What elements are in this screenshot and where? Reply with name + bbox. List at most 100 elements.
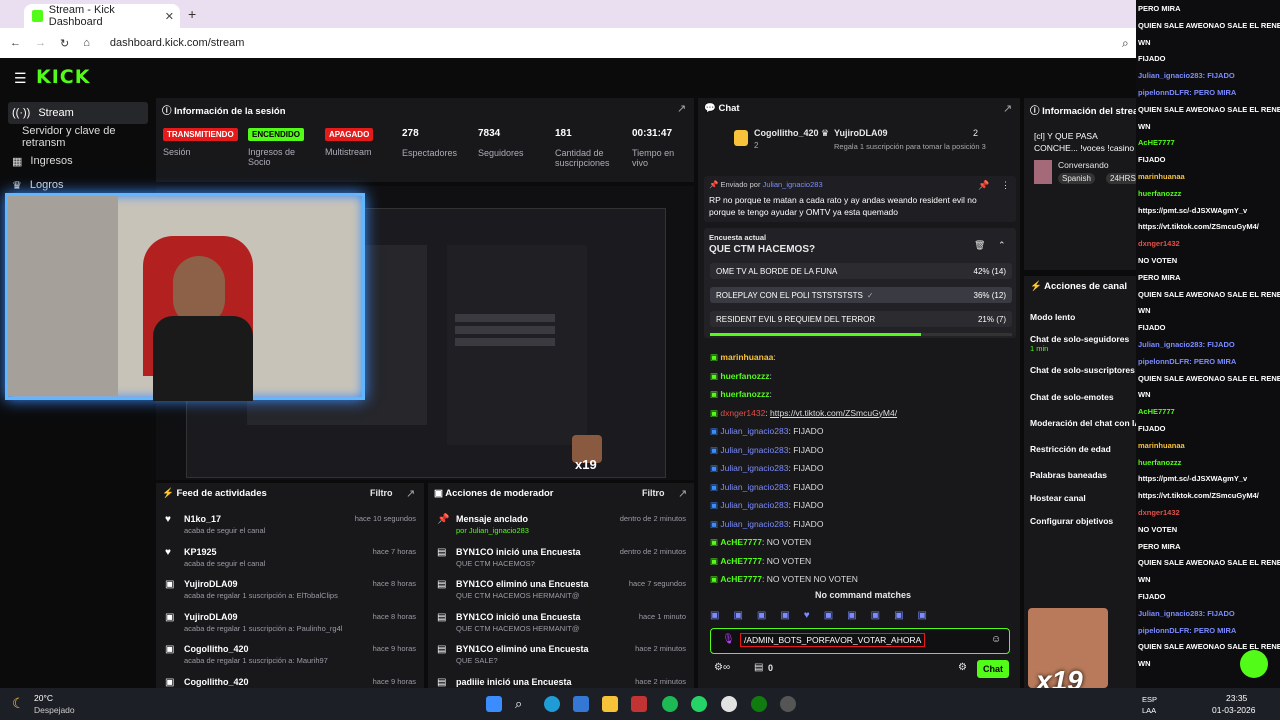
feed-time: hace 8 horas [372,579,416,588]
chat-username[interactable]: Julian_ignacio283 [720,445,788,455]
back-icon[interactable]: ← [10,37,21,49]
close-tab-icon[interactable]: ✕ [165,10,174,23]
xbox-icon[interactable] [751,696,767,712]
badge-icon: ▣ [710,555,721,566]
feed-row[interactable]: Cogollitho_420 acaba de regalar 1 suscrip… [184,644,416,674]
tab-title: Stream - Kick Dashboard [48,4,115,28]
channel-action-item[interactable]: Chat de solo-suscriptores [1030,365,1136,375]
start-icon[interactable] [486,696,502,712]
chat-username[interactable]: Julian_ignacio283 [720,500,788,510]
app-icon[interactable] [631,696,647,712]
edge-icon[interactable] [544,696,560,712]
channel-action-item[interactable]: Configurar objetivos [1030,516,1136,526]
store-icon[interactable] [573,696,589,712]
tag[interactable]: 24HRS [1106,173,1140,184]
nav-item-ingresos[interactable]: ▦ Ingresos [8,150,148,172]
new-tab-button[interactable]: + [188,6,196,22]
feed-sub: acaba de regalar 1 suscripción a: Paulin… [184,623,343,633]
tag[interactable]: Spanish [1058,173,1095,184]
emote-bar[interactable]: ▣▣▣▣♥▣▣▣▣▣ [710,610,1010,624]
chat-username[interactable]: AcHE7777 [720,574,762,584]
send-chat-button[interactable]: Chat [977,660,1009,678]
popout-icon[interactable]: ↗ [406,487,415,500]
poll-option[interactable]: OME TV AL BORDE DE LA FUNA 42% (14) [710,263,1012,279]
kick-logo[interactable]: KICK [36,66,90,88]
feed-row[interactable]: YujiroDLA09 acaba de regalar 1 suscripció… [184,579,416,609]
chat-username[interactable]: dxnger1432 [720,408,765,418]
mod-row[interactable]: BYN1CO inició una Encuesta QUE CTM HACEMO… [456,612,686,642]
top-gifter-2[interactable]: YujiroDLA09 [834,128,888,138]
feed-row[interactable]: N1ko_17 acaba de seguir el canal hace 10 s… [184,514,416,544]
chrome-icon[interactable] [721,696,737,712]
chat-input[interactable]: /ADMIN_BOTS_PORFAVOR_VOTAR_AHORA [740,633,926,647]
menu-icon[interactable]: ☰ [14,70,27,87]
no-match-text: No command matches [815,590,912,600]
chat-username[interactable]: AcHE7777 [720,537,762,547]
popout-icon[interactable]: ↗ [678,487,687,500]
category-name[interactable]: Conversando [1058,160,1109,170]
chat-username[interactable]: marinhuanaa [720,352,773,362]
more-icon[interactable]: ⋮ [1001,180,1010,191]
feed-filter-button[interactable]: Filtro [370,488,393,498]
search-icon[interactable]: ⌕ [515,696,531,712]
overlay-chat-line: marinhuanaa [1138,172,1185,181]
top-gifter-1[interactable]: Cogollitho_420 [754,128,819,138]
clock-time[interactable]: 23:35 [1226,693,1247,703]
overlay-chat-line: WN [1138,37,1151,47]
overlay-chat-line: dxnger1432 [1138,508,1180,517]
obs-icon[interactable] [780,696,796,712]
channel-action-item[interactable]: Hostear canal [1030,493,1136,503]
bar-chart-icon: ▦ [12,155,23,168]
nav-item-server-key[interactable]: Servidor y clave de retransm [8,125,148,149]
whatsapp-icon[interactable] [691,696,707,712]
weather-temp[interactable]: 20°C [34,693,53,703]
channel-action-item[interactable]: Moderación del chat con IA [1030,418,1136,428]
chat-username[interactable]: huerfanozzz [720,389,769,399]
chat-count: 0 [768,663,774,673]
channel-action-item[interactable]: Chat de solo-seguidores [1030,334,1136,344]
file-explorer-icon[interactable] [602,696,618,712]
mic-icon[interactable]: 🎙 [722,634,735,645]
mod-row[interactable]: Mensaje anclado por Julian_ignacio283 dent… [456,514,686,544]
delete-poll-icon[interactable]: 🗑 [974,240,985,251]
tools-icon[interactable]: ▤ [754,662,763,673]
chat-username[interactable]: Julian_ignacio283 [720,482,788,492]
poll-option[interactable]: RESIDENT EVIL 9 REQUIEM DEL TERROR 21% (7… [710,311,1012,327]
category-thumb [1034,160,1052,184]
feed-row[interactable]: KP1925 acaba de seguir el canal hace 7 hor… [184,547,416,577]
feed-row[interactable]: YujiroDLA09 acaba de regalar 1 suscripció… [184,612,416,642]
popout-icon[interactable]: ↗ [1003,102,1012,115]
chat-text[interactable]: https://vt.tiktok.com/ZSmcuGyM4/ [770,408,897,418]
lang-indicator[interactable]: ESP [1142,695,1157,704]
mod-filter-button[interactable]: Filtro [642,488,665,498]
unpin-icon[interactable]: 📌 [978,180,989,191]
forward-icon[interactable]: → [35,37,46,49]
chat-username[interactable]: Julian_ignacio283 [720,463,788,473]
spotify-icon[interactable] [662,696,678,712]
stat-subs: 181 Cantidad de suscripciones [555,128,610,168]
home-icon[interactable]: ⌂ [83,37,90,49]
gift-settings-icon[interactable]: ⚙∞ [714,662,730,673]
stat-partner: ENCENDIDO Ingresos de Socio [248,128,308,167]
zoom-icon[interactable]: ⌕ [1122,36,1129,51]
chat-username[interactable]: AcHE7777 [720,556,762,566]
channel-action-item[interactable]: Palabras baneadas [1030,470,1136,480]
chat-username[interactable]: Julian_ignacio283 [720,519,788,529]
nav-item-stream[interactable]: ((·)) Stream [8,102,148,124]
popout-icon[interactable]: ↗ [677,102,686,115]
mod-row[interactable]: BYN1CO inició una Encuesta QUE CTM HACEMO… [456,547,686,577]
mod-row[interactable]: BYN1CO eliminó una Encuesta QUE SALE? hace… [456,644,686,674]
mod-row[interactable]: BYN1CO eliminó una Encuesta QUE CTM HACEM… [456,579,686,609]
chat-settings-icon[interactable]: ⚙ [958,662,967,673]
chat-username[interactable]: huerfanozzz [720,371,769,381]
channel-action-item[interactable]: Restricción de edad [1030,444,1136,454]
collapse-icon[interactable]: ⌃ [998,240,1006,251]
channel-action-item[interactable]: Modo lento [1030,312,1136,322]
url-field[interactable]: dashboard.kick.com/stream [110,37,245,49]
poll-option[interactable]: ROLEPLAY CON EL POLI TSTSTSTSTS ✓ 36% (12… [710,287,1012,303]
emoji-icon[interactable]: ☺ [991,634,1001,645]
channel-action-item[interactable]: Chat de solo-emotes [1030,392,1136,402]
chat-username[interactable]: Julian_ignacio283 [720,426,788,436]
browser-tab[interactable]: Stream - Kick Dashboard ✕ [24,4,180,28]
reload-icon[interactable]: ↻ [60,37,69,50]
